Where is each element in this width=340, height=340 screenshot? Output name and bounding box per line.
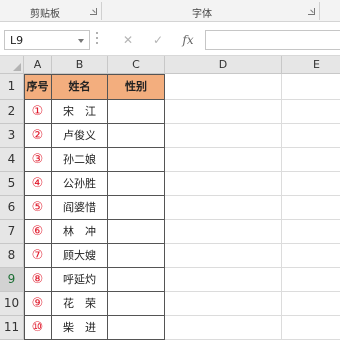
enter-icon[interactable]: ✓ bbox=[148, 31, 168, 49]
empty-cell[interactable] bbox=[282, 148, 340, 172]
index-cell[interactable]: ⑩ bbox=[24, 316, 52, 340]
gender-cell[interactable] bbox=[108, 316, 165, 340]
gender-cell[interactable] bbox=[108, 268, 165, 292]
clipboard-group: 剪贴板 bbox=[0, 0, 100, 22]
column-header-a[interactable]: A bbox=[24, 56, 52, 74]
ribbon-group-labels: 剪贴板 字体 bbox=[0, 0, 340, 22]
gender-cell[interactable] bbox=[108, 292, 165, 316]
formula-bar: L9 ✕ ✓ fx bbox=[0, 22, 340, 56]
cancel-icon[interactable]: ✕ bbox=[118, 31, 138, 49]
column-header-b[interactable]: B bbox=[52, 56, 108, 74]
column-header-e[interactable]: E bbox=[282, 56, 340, 74]
index-cell[interactable]: ⑥ bbox=[24, 220, 52, 244]
index-cell[interactable]: ③ bbox=[24, 148, 52, 172]
empty-cell[interactable] bbox=[282, 244, 340, 268]
name-cell[interactable]: 柴 进 bbox=[52, 316, 108, 340]
name-cell[interactable]: 宋 江 bbox=[52, 100, 108, 124]
empty-cell[interactable] bbox=[282, 172, 340, 196]
formula-input[interactable] bbox=[205, 30, 340, 50]
name-cell[interactable]: 呼延灼 bbox=[52, 268, 108, 292]
table-header-cell[interactable]: 序号 bbox=[24, 74, 52, 100]
name-cell[interactable]: 公孙胜 bbox=[52, 172, 108, 196]
empty-cell[interactable] bbox=[165, 244, 282, 268]
worksheet-grid[interactable]: A B C D E 1 2 3 4 5 6 7 8 9 10 11 序号 姓名 性别 ① 宋 江 ② 卢俊义 ③ 孙二娘 ④ 公孙胜… bbox=[0, 56, 340, 340]
index-cell[interactable]: ① bbox=[24, 100, 52, 124]
column-header-d[interactable]: D bbox=[165, 56, 282, 74]
name-cell[interactable]: 卢俊义 bbox=[52, 124, 108, 148]
name-box[interactable]: L9 bbox=[4, 30, 90, 50]
empty-cell[interactable] bbox=[165, 268, 282, 292]
clipboard-dialog-launcher-icon[interactable] bbox=[90, 8, 97, 15]
font-group-label: 字体 bbox=[192, 9, 212, 20]
gender-cell[interactable] bbox=[108, 148, 165, 172]
index-cell[interactable]: ⑤ bbox=[24, 196, 52, 220]
index-cell[interactable]: ⑦ bbox=[24, 244, 52, 268]
index-cell[interactable]: ⑨ bbox=[24, 292, 52, 316]
font-dialog-launcher-icon[interactable] bbox=[308, 8, 315, 15]
name-cell[interactable]: 林 冲 bbox=[52, 220, 108, 244]
clipboard-group-label: 剪贴板 bbox=[30, 9, 60, 20]
index-cell[interactable]: ⑧ bbox=[24, 268, 52, 292]
row-header-7[interactable]: 7 bbox=[0, 220, 24, 244]
empty-cell[interactable] bbox=[282, 220, 340, 244]
insert-function-icon[interactable]: fx bbox=[178, 31, 198, 49]
empty-cell[interactable] bbox=[165, 124, 282, 148]
empty-cell[interactable] bbox=[282, 268, 340, 292]
index-cell[interactable]: ② bbox=[24, 124, 52, 148]
empty-cell[interactable] bbox=[165, 196, 282, 220]
select-all-corner[interactable] bbox=[0, 56, 24, 74]
empty-cell[interactable] bbox=[165, 148, 282, 172]
gender-cell[interactable] bbox=[108, 124, 165, 148]
gender-cell[interactable] bbox=[108, 244, 165, 268]
empty-cell[interactable] bbox=[282, 316, 340, 340]
empty-cell[interactable] bbox=[165, 172, 282, 196]
font-group: 字体 bbox=[102, 0, 318, 22]
row-header-5[interactable]: 5 bbox=[0, 172, 24, 196]
row-header-4[interactable]: 4 bbox=[0, 148, 24, 172]
row-header-11[interactable]: 11 bbox=[0, 316, 24, 340]
empty-cell[interactable] bbox=[282, 292, 340, 316]
row-header-2[interactable]: 2 bbox=[0, 100, 24, 124]
index-cell[interactable]: ④ bbox=[24, 172, 52, 196]
row-header-10[interactable]: 10 bbox=[0, 292, 24, 316]
row-header-3[interactable]: 3 bbox=[0, 124, 24, 148]
row-header-9[interactable]: 9 bbox=[0, 268, 24, 292]
empty-cell[interactable] bbox=[282, 100, 340, 124]
empty-cell[interactable] bbox=[165, 100, 282, 124]
empty-cell[interactable] bbox=[282, 196, 340, 220]
group-separator bbox=[319, 2, 320, 20]
name-box-value: L9 bbox=[10, 34, 24, 47]
gender-cell[interactable] bbox=[108, 196, 165, 220]
name-cell[interactable]: 顾大嫂 bbox=[52, 244, 108, 268]
name-cell[interactable]: 孙二娘 bbox=[52, 148, 108, 172]
column-header-c[interactable]: C bbox=[108, 56, 165, 74]
gender-cell[interactable] bbox=[108, 172, 165, 196]
name-cell[interactable]: 花 荣 bbox=[52, 292, 108, 316]
empty-cell[interactable] bbox=[165, 316, 282, 340]
empty-cell[interactable] bbox=[165, 220, 282, 244]
drag-handle-icon[interactable] bbox=[96, 32, 99, 46]
empty-cell[interactable] bbox=[282, 74, 340, 100]
empty-cell[interactable] bbox=[165, 292, 282, 316]
name-cell[interactable]: 阎婆惜 bbox=[52, 196, 108, 220]
gender-cell[interactable] bbox=[108, 100, 165, 124]
empty-cell[interactable] bbox=[165, 74, 282, 100]
gender-cell[interactable] bbox=[108, 220, 165, 244]
row-header-1[interactable]: 1 bbox=[0, 74, 24, 100]
empty-cell[interactable] bbox=[282, 124, 340, 148]
row-header-6[interactable]: 6 bbox=[0, 196, 24, 220]
chevron-down-icon[interactable] bbox=[78, 39, 84, 43]
table-header-cell[interactable]: 姓名 bbox=[52, 74, 108, 100]
row-header-8[interactable]: 8 bbox=[0, 244, 24, 268]
table-header-cell[interactable]: 性别 bbox=[108, 74, 165, 100]
